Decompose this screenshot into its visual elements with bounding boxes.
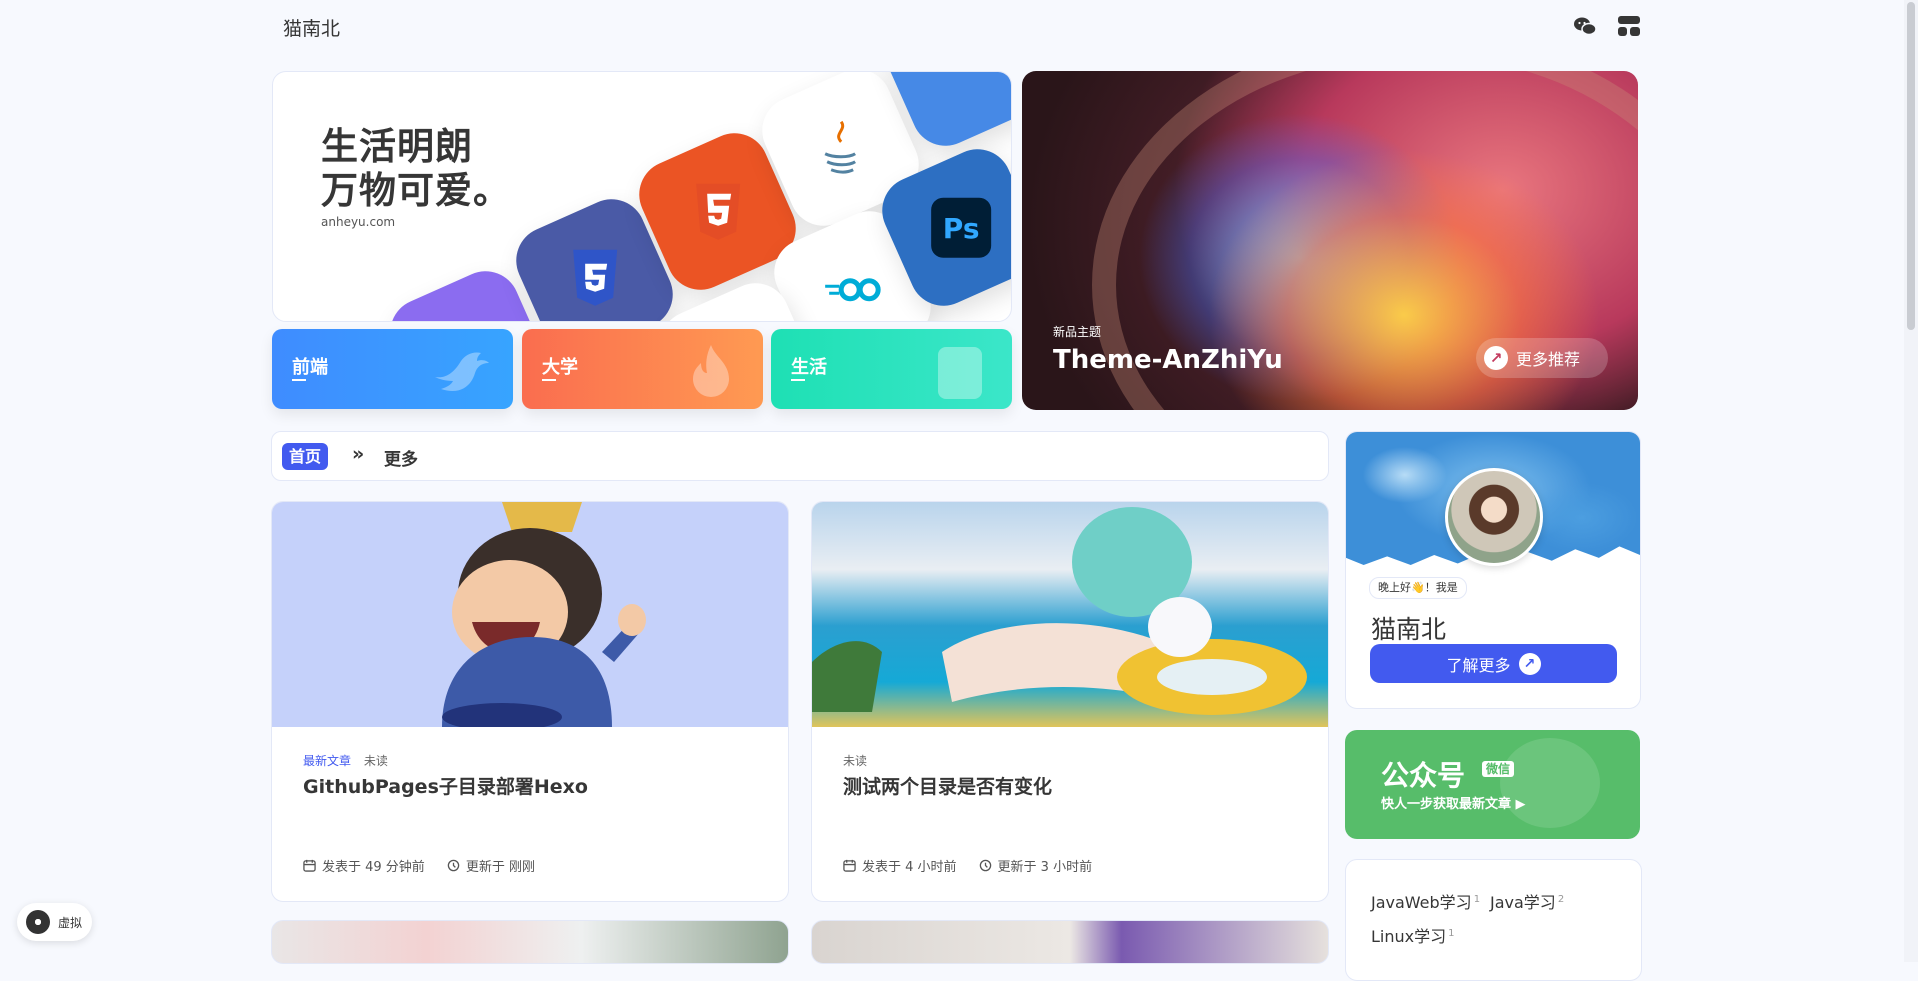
wechat-badge: 微信 bbox=[1482, 761, 1515, 777]
category-bar: 首页 » 更多 bbox=[271, 431, 1329, 481]
tab-home[interactable]: 首页 bbox=[282, 443, 329, 470]
post-meta: 发表于 49 分钟前 更新于 刚刚 bbox=[303, 856, 535, 875]
author-info-card: 晚上好👋！我是 猫南北 了解更多 ↗ bbox=[1345, 431, 1641, 709]
post-cover-image[interactable] bbox=[812, 502, 1328, 727]
wechat-title: 公众号 bbox=[1381, 759, 1466, 792]
tag-item[interactable]: JavaWeb学习 1 bbox=[1371, 889, 1480, 913]
post-card-cover-partial[interactable] bbox=[811, 920, 1329, 964]
post-updated: 更新于 3 小时前 bbox=[997, 860, 1093, 875]
post-card[interactable]: 未读 测试两个目录是否有变化 发表于 4 小时前 更新于 3 小时前 bbox=[811, 501, 1329, 902]
more-recommend-label: 更多推荐 bbox=[1516, 350, 1581, 369]
music-player[interactable]: 虚拟 bbox=[17, 903, 93, 941]
learn-more-label: 了解更多 bbox=[1446, 655, 1511, 675]
post-title[interactable]: 测试两个目录是否有变化 bbox=[843, 772, 1052, 799]
more-recommend-button[interactable]: ↗ 更多推荐 bbox=[1476, 338, 1608, 378]
music-player-label: 虚拟 bbox=[58, 915, 83, 930]
calendar-icon bbox=[303, 859, 316, 872]
arrow-up-right-icon: ↗ bbox=[1518, 652, 1541, 675]
post-published: 发表于 49 分钟前 bbox=[322, 860, 425, 875]
post-cover-image[interactable] bbox=[272, 502, 788, 731]
avatar[interactable] bbox=[1445, 468, 1543, 566]
site-title[interactable]: 猫南北 bbox=[283, 14, 340, 41]
book-icon bbox=[938, 347, 982, 399]
category-frontend-label: 前端 bbox=[292, 353, 328, 381]
category-university-button[interactable]: 大学 bbox=[522, 329, 763, 409]
featured-tag: 新品主题 bbox=[1053, 325, 1102, 339]
featured-theme-card[interactable]: 新品主题 Theme-AnZhiYu ↗ 更多推荐 bbox=[1022, 71, 1638, 410]
tag-cloud-card: JavaWeb学习 1 Java学习 2 Linux学习 1 bbox=[1345, 859, 1642, 981]
page-scrollbar-thumb[interactable] bbox=[1907, 2, 1915, 330]
arrow-up-right-icon: ↗ bbox=[1484, 346, 1508, 370]
wechat-subtitle: 快人一步获取最新文章 ▶ bbox=[1381, 797, 1526, 812]
random-post-icon[interactable] bbox=[1617, 14, 1641, 38]
post-tags: 最新文章 未读 bbox=[303, 752, 388, 769]
hero-slogan-card: 生活明朗 万物可爱。 anheyu.com Ps bbox=[272, 71, 1012, 322]
wechat-icon[interactable] bbox=[1573, 14, 1597, 38]
post-tags: 未读 bbox=[843, 752, 867, 769]
history-icon bbox=[447, 859, 460, 872]
tag-latest: 最新文章 bbox=[303, 754, 352, 768]
category-university-label: 大学 bbox=[542, 353, 578, 381]
hero-site-url: anheyu.com bbox=[321, 215, 396, 229]
wechat-logo-icon bbox=[1500, 738, 1600, 828]
learn-more-button[interactable]: 了解更多 ↗ bbox=[1370, 644, 1617, 683]
featured-title[interactable]: Theme-AnZhiYu bbox=[1053, 345, 1283, 375]
hero-slogan-line2: 万物可爱。 bbox=[321, 169, 511, 212]
post-updated: 更新于 刚刚 bbox=[465, 860, 535, 875]
calendar-icon bbox=[843, 859, 856, 872]
post-card-cover-partial[interactable] bbox=[271, 920, 789, 964]
post-published: 发表于 4 小时前 bbox=[862, 860, 957, 875]
music-disc-icon[interactable] bbox=[26, 910, 50, 934]
wechat-official-account-card[interactable]: 公众号 微信 快人一步获取最新文章 ▶ bbox=[1345, 730, 1640, 839]
tab-more[interactable]: 更多 bbox=[384, 445, 418, 470]
author-name: 猫南北 bbox=[1371, 615, 1447, 644]
category-life-button[interactable]: 生活 bbox=[771, 329, 1012, 409]
post-card[interactable]: 最新文章 未读 GithubPages子目录部署Hexo 发表于 49 分钟前 … bbox=[271, 501, 789, 902]
tag-unread: 未读 bbox=[843, 754, 868, 768]
post-meta: 发表于 4 小时前 更新于 3 小时前 bbox=[843, 856, 1092, 875]
bird-icon bbox=[435, 352, 489, 392]
tag-item[interactable]: Java学习 2 bbox=[1490, 889, 1564, 913]
greeting-bubble: 晚上好👋！我是 bbox=[1369, 577, 1467, 599]
tag-item[interactable]: Linux学习 1 bbox=[1371, 923, 1455, 947]
tag-unread: 未读 bbox=[363, 754, 388, 768]
category-life-label: 生活 bbox=[791, 353, 827, 381]
fire-icon bbox=[693, 345, 729, 397]
category-frontend-button[interactable]: 前端 bbox=[272, 329, 513, 409]
history-icon bbox=[979, 859, 991, 872]
post-title[interactable]: GithubPages子目录部署Hexo bbox=[303, 772, 588, 799]
double-chevron-right-icon: » bbox=[352, 443, 365, 465]
